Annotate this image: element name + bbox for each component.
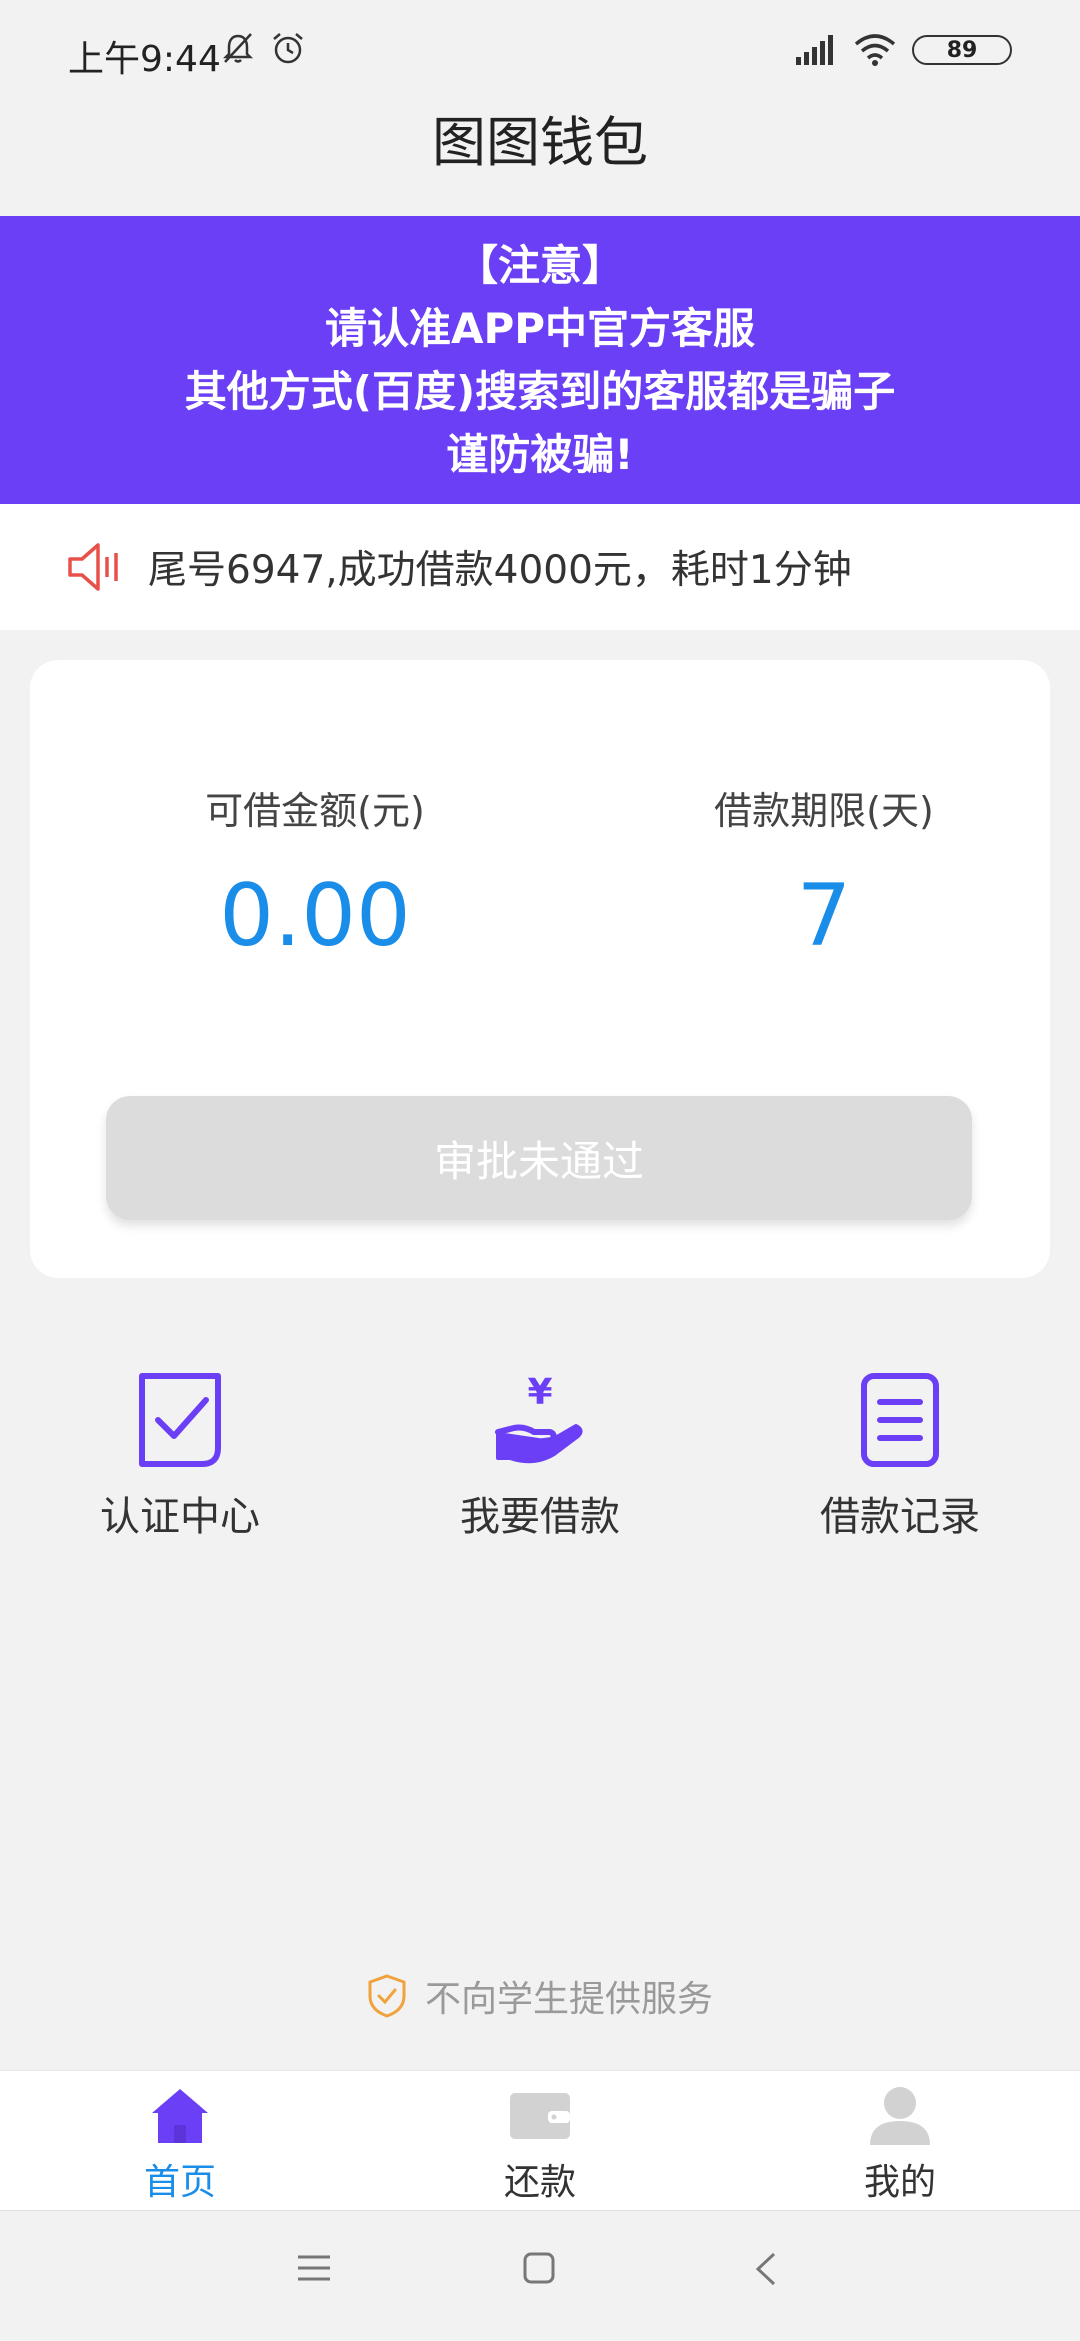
term-label: 借款期限(天): [714, 789, 934, 833]
warning-banner: 【注意】 请认准APP中官方客服 其他方式(百度)搜索到的客服都是骗子 谨防被骗…: [0, 216, 1080, 504]
back-icon[interactable]: [752, 2251, 778, 2287]
menu-label: 我要借款: [460, 1494, 620, 1540]
menu-label: 认证中心: [100, 1494, 260, 1540]
banner-line: 其他方式(百度)搜索到的客服都是骗子: [184, 367, 896, 416]
footer-note-text: 不向学生提供服务: [424, 1979, 713, 2020]
wallet-icon: [510, 2093, 570, 2139]
notice-bar: 尾号6947,成功借款4000元，耗时1分钟: [0, 504, 1080, 630]
list-doc-icon: [861, 1373, 939, 1467]
battery-indicator: 89: [912, 35, 1012, 65]
yen-hand-icon: ¥: [495, 1372, 583, 1464]
system-nav-bar: [0, 2210, 1080, 2341]
banner-line: 请认准APP中官方客服: [324, 304, 756, 353]
menu-certification-center[interactable]: 认证中心: [30, 1370, 330, 1542]
svg-text:¥: ¥: [527, 1372, 552, 1413]
menu-apply-loan[interactable]: ¥ 我要借款: [390, 1370, 690, 1542]
tab-home[interactable]: 首页: [0, 2085, 360, 2205]
tab-label: 首页: [143, 2162, 216, 2203]
amount-label: 可借金额(元): [205, 789, 425, 833]
alarm-icon: [273, 33, 303, 64]
term-value: 7: [796, 866, 852, 966]
menu-icon[interactable]: [296, 2253, 332, 2283]
menu-label: 借款记录: [820, 1494, 980, 1540]
mute-bell-icon: [222, 33, 254, 63]
banner-line: 谨防被骗!: [446, 430, 634, 479]
notice-text: 尾号6947,成功借款4000元，耗时1分钟: [148, 548, 852, 593]
checkbox-icon: [139, 1373, 221, 1467]
tab-label: 还款: [503, 2162, 576, 2203]
tab-mine[interactable]: 我的: [720, 2085, 1080, 2205]
bottom-tab-bar: 首页 还款 我的: [0, 2070, 1080, 2211]
signal-icon: [796, 35, 833, 65]
shield-check-icon: [368, 1974, 406, 2018]
user-icon: [870, 2087, 930, 2145]
status-right: 89: [796, 34, 1012, 66]
approval-status-button[interactable]: 审批未通过: [106, 1096, 972, 1220]
footer-note: 不向学生提供服务: [0, 1970, 1080, 2022]
banner-line: 【注意】: [455, 241, 624, 290]
loan-card: 可借金额(元) 0.00 借款期限(天) 7 审批未通过: [30, 660, 1050, 1278]
status-left-icons: [220, 30, 306, 66]
menu-loan-records[interactable]: 借款记录: [750, 1370, 1050, 1542]
app-title: 图图钱包: [432, 111, 648, 174]
tab-repayment[interactable]: 还款: [360, 2085, 720, 2205]
amount-value: 0.00: [219, 866, 411, 966]
speaker-icon: [68, 543, 118, 591]
wifi-icon: [854, 34, 896, 66]
status-time: 上午9:44: [68, 39, 221, 80]
tab-label: 我的: [863, 2162, 936, 2203]
home-nav-icon[interactable]: [522, 2251, 556, 2285]
home-icon: [152, 2089, 208, 2143]
